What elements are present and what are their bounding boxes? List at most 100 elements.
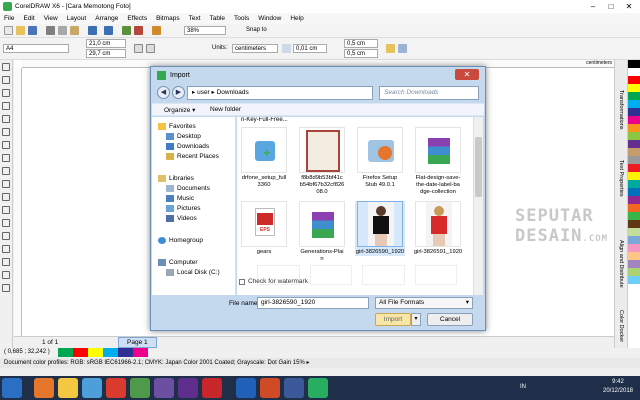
nav-documents[interactable]: Documents	[166, 185, 210, 192]
shape-tool-icon[interactable]	[2, 76, 10, 84]
palette-swatch[interactable]	[628, 212, 640, 220]
start-button-icon[interactable]	[2, 378, 22, 398]
crop-tool-icon[interactable]	[2, 89, 10, 97]
document-color-profiles[interactable]: Document color profiles: RGB: sRGB IEC61…	[4, 359, 309, 366]
nav-desktop[interactable]: Desktop	[166, 133, 201, 140]
export-icon[interactable]	[134, 26, 143, 35]
file-list-scrollbar[interactable]	[473, 117, 483, 295]
palette-swatch[interactable]	[628, 276, 640, 284]
docker-transformations[interactable]: Transformations	[618, 90, 624, 130]
lens-app-icon[interactable]	[202, 378, 222, 398]
cancel-button[interactable]: Cancel	[427, 313, 473, 326]
file-item[interactable]: Generations-Plai n	[297, 201, 347, 263]
menu-help[interactable]: Help	[290, 15, 303, 22]
undo-icon[interactable]	[88, 26, 97, 35]
tray-date[interactable]: 20/12/2018	[600, 388, 636, 394]
open-icon[interactable]	[16, 26, 25, 35]
dimension-tool-icon[interactable]	[2, 219, 10, 227]
nav-homegroup[interactable]: Homegroup	[158, 237, 203, 244]
freehand-tool-icon[interactable]	[2, 115, 10, 123]
fill-tool-icon[interactable]	[2, 284, 10, 292]
landscape-icon[interactable]	[146, 44, 155, 53]
file-item[interactable]: Firefox Setup Stub 49.0.1	[355, 127, 405, 189]
file-item[interactable]: Flat-design-save- the-date-label-ba dge-…	[413, 127, 463, 196]
file-type-select[interactable]: All File Formats ▾	[375, 297, 473, 309]
watermark-checkbox[interactable]: Check for watermark	[239, 278, 308, 285]
palette-swatch[interactable]	[628, 132, 640, 140]
file-name-input[interactable]: girl-3826590_1920	[257, 297, 369, 309]
address-bar[interactable]: ▸ user ▸ Downloads	[187, 86, 373, 100]
palette-swatch[interactable]	[628, 60, 640, 68]
smart-fill-tool-icon[interactable]	[2, 128, 10, 136]
path-user[interactable]: user	[197, 89, 210, 96]
redo-icon[interactable]	[104, 26, 113, 35]
zoom-level[interactable]: 38%	[184, 26, 226, 35]
tray-time[interactable]: 9:42	[600, 379, 636, 385]
palette-swatch[interactable]	[628, 164, 640, 172]
palette-swatch[interactable]	[628, 100, 640, 108]
palette-swatch[interactable]	[628, 156, 640, 164]
checkbox-icon[interactable]	[239, 278, 245, 285]
basic-shapes-tool-icon[interactable]	[2, 180, 10, 188]
palette-swatch[interactable]	[628, 268, 640, 276]
nav-computer[interactable]: Computer	[158, 259, 198, 266]
menu-bitmaps[interactable]: Bitmaps	[156, 15, 179, 22]
menu-text[interactable]: Text	[189, 15, 201, 22]
nav-pictures[interactable]: Pictures	[166, 205, 200, 212]
palette-swatch[interactable]	[628, 196, 640, 204]
palette-swatch[interactable]	[628, 140, 640, 148]
docker-color[interactable]: Color Docker	[618, 310, 624, 342]
nav-music[interactable]: Music	[166, 195, 194, 202]
table-tool-icon[interactable]	[2, 206, 10, 214]
palette-swatch[interactable]	[628, 244, 640, 252]
palette-swatch[interactable]	[628, 236, 640, 244]
portrait-icon[interactable]	[134, 44, 143, 53]
coreldraw-task-icon[interactable]	[308, 378, 328, 398]
duplicate-x-field[interactable]: 0,5 cm	[344, 39, 378, 48]
page-size-select[interactable]: A4	[3, 44, 69, 53]
palette-swatch[interactable]	[628, 252, 640, 260]
docker-text-properties[interactable]: Text Properties	[618, 160, 624, 197]
blend-tool-icon[interactable]	[2, 245, 10, 253]
nav-recent[interactable]: Recent Places	[166, 153, 219, 160]
file-explorer-icon[interactable]	[58, 378, 78, 398]
cut-icon[interactable]	[46, 26, 55, 35]
file-item-selected[interactable]: girl-3826590_1920	[355, 201, 405, 256]
nav-downloads[interactable]: Downloads	[166, 143, 209, 150]
palette-swatch[interactable]	[628, 84, 640, 92]
chrome-icon[interactable]	[130, 378, 150, 398]
dialog-close-button[interactable]: ✕	[455, 69, 479, 80]
snap-to-menu[interactable]: Snap to	[246, 27, 267, 33]
file-item[interactable]: + drfone_setup_full 3360	[239, 127, 289, 189]
palette-swatch[interactable]	[628, 68, 640, 76]
word-icon[interactable]	[236, 378, 256, 398]
options-icon[interactable]	[398, 44, 407, 53]
visual-studio-icon[interactable]	[178, 378, 198, 398]
palette-swatch[interactable]	[628, 148, 640, 156]
nudge-distance-field[interactable]: 0,01 cm	[293, 44, 327, 53]
menu-effects[interactable]: Effects	[127, 15, 147, 22]
copy-icon[interactable]	[58, 26, 67, 35]
palette-swatch[interactable]	[628, 260, 640, 268]
search-input[interactable]: Search Downloads	[379, 86, 479, 100]
palette-swatch[interactable]	[628, 188, 640, 196]
new-icon[interactable]	[4, 26, 13, 35]
organize-button[interactable]: Organize ▾	[164, 106, 195, 114]
menu-file[interactable]: File	[4, 15, 14, 22]
page-width-field[interactable]: 21,0 cm	[86, 39, 126, 48]
units-select[interactable]: centimeters	[232, 44, 278, 53]
palette-swatch[interactable]	[628, 108, 640, 116]
connector-tool-icon[interactable]	[2, 232, 10, 240]
menu-view[interactable]: View	[44, 15, 58, 22]
palette-swatch[interactable]	[628, 180, 640, 188]
close-button[interactable]: ✕	[620, 0, 638, 13]
nav-videos[interactable]: Videos	[166, 215, 197, 222]
file-item[interactable]: f8b8d9b53bf41c b54bf67b32cf826 08.0	[297, 127, 347, 196]
rectangle-tool-icon[interactable]	[2, 141, 10, 149]
nav-favorites[interactable]: Favorites	[158, 123, 196, 130]
new-folder-button[interactable]: New folder	[210, 106, 241, 113]
palette-swatch[interactable]	[628, 76, 640, 84]
palette-swatch[interactable]	[628, 228, 640, 236]
facebook-icon[interactable]	[284, 378, 304, 398]
firefox-icon[interactable]	[34, 378, 54, 398]
